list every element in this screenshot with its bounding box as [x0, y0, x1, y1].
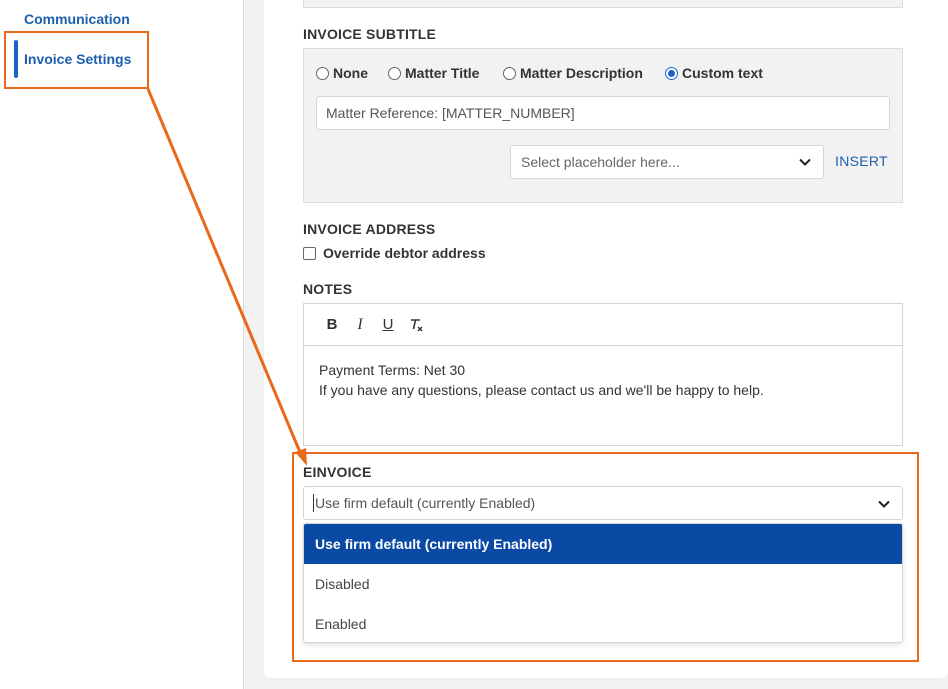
clear-formatting-glyph [411, 318, 423, 331]
radio-matter-description-label: Matter Description [520, 65, 643, 81]
einvoice-highlight-box [292, 452, 919, 662]
bold-icon[interactable]: B [318, 313, 346, 337]
radio-circle-icon [316, 66, 329, 80]
invoice-address-label: INVOICE ADDRESS [303, 221, 436, 237]
radio-circle-icon [503, 66, 516, 80]
sidebar-item-communication[interactable]: Communication [24, 11, 130, 27]
sidebar: Communication Invoice Settings [0, 0, 244, 689]
radio-circle-icon [388, 66, 401, 80]
notes-line: If you have any questions, please contac… [319, 382, 764, 398]
notes-editor-body[interactable]: Payment Terms: Net 30 If you have any qu… [304, 346, 902, 414]
notes-line: Payment Terms: Net 30 [319, 362, 466, 378]
notes-editor: B I U Payment Terms: Net 30 If you have … [303, 303, 903, 446]
invoice-subtitle-label: INVOICE SUBTITLE [303, 26, 437, 42]
radio-custom-text-label: Custom text [682, 65, 763, 81]
editor-toolbar: B I U [304, 304, 902, 346]
radio-matter-title[interactable]: Matter Title [388, 65, 479, 81]
underline-icon[interactable]: U [374, 313, 402, 337]
sidebar-highlight-box [4, 31, 149, 89]
insert-button[interactable]: INSERT [835, 153, 888, 169]
clear-formatting-icon[interactable] [402, 313, 430, 337]
custom-subtitle-input[interactable]: Matter Reference: [MATTER_NUMBER] [316, 96, 890, 130]
radio-custom-text[interactable]: Custom text [665, 65, 763, 81]
italic-icon[interactable]: I [346, 313, 374, 337]
notes-label: NOTES [303, 281, 353, 297]
previous-section-box [303, 0, 903, 8]
radio-none[interactable]: None [316, 65, 368, 81]
placeholder-select[interactable]: Select placeholder here... [510, 145, 824, 179]
checkbox-icon [303, 246, 316, 260]
chevron-down-icon [799, 158, 811, 166]
radio-none-label: None [333, 65, 368, 81]
radio-checked-icon [665, 66, 678, 80]
radio-matter-title-label: Matter Title [405, 65, 480, 81]
radio-matter-description[interactable]: Matter Description [503, 65, 643, 81]
override-debtor-address-checkbox[interactable]: Override debtor address [303, 245, 486, 261]
placeholder-select-text: Select placeholder here... [521, 154, 680, 170]
override-debtor-address-label: Override debtor address [323, 245, 486, 261]
